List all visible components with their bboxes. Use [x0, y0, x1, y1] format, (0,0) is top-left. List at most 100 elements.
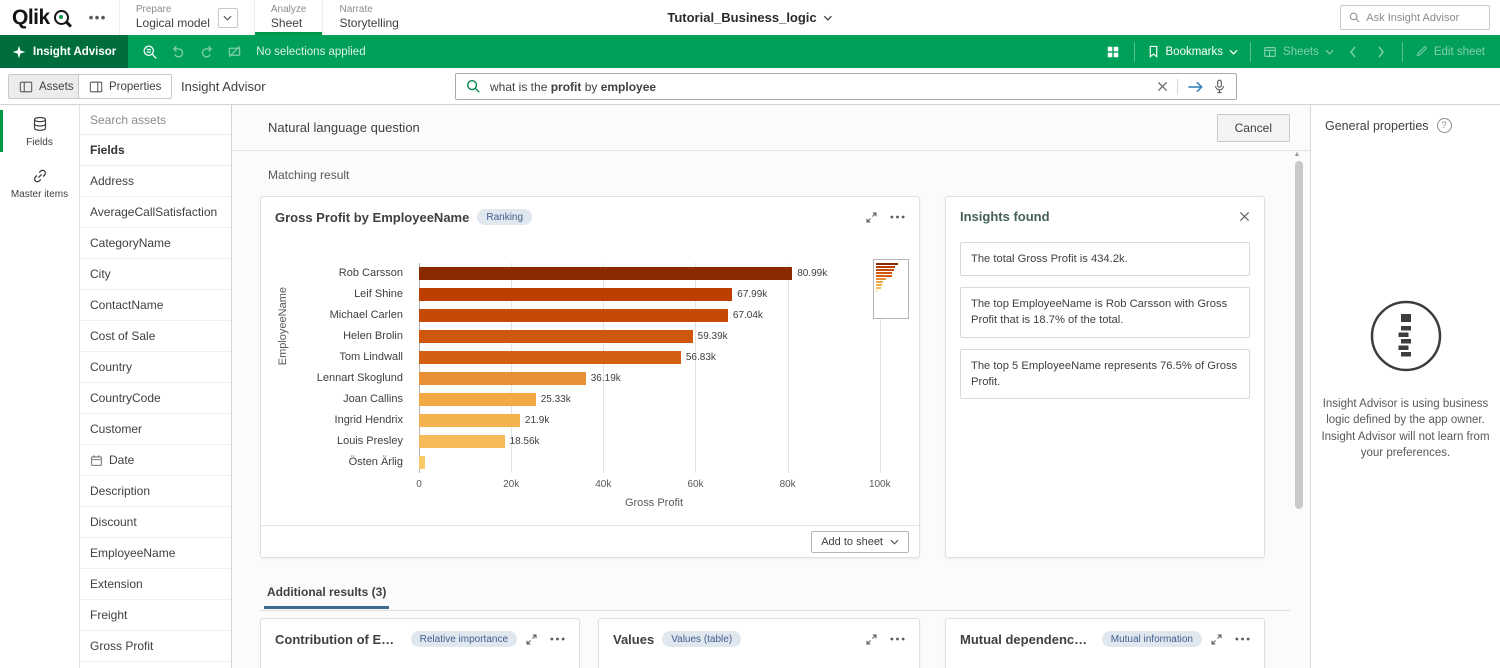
field-label: Cost of Sale: [90, 329, 155, 343]
bar[interactable]: [419, 393, 536, 406]
field-label: Date: [109, 453, 134, 467]
search-selections-icon[interactable]: [136, 35, 164, 68]
nav-prepare[interactable]: Prepare Logical model: [119, 0, 254, 35]
bar-value-label: 67.04k: [733, 310, 763, 321]
logical-model-caret-button[interactable]: [218, 8, 238, 28]
clear-selections-icon[interactable]: [220, 35, 248, 68]
bar[interactable]: [419, 414, 520, 427]
charts-grid-icon[interactable]: [1099, 35, 1127, 68]
field-row[interactable]: Country: [80, 352, 231, 383]
assets-button[interactable]: Assets: [8, 74, 85, 99]
field-row[interactable]: Cost of Sale: [80, 321, 231, 352]
field-row[interactable]: AverageCallSatisfaction: [80, 197, 231, 228]
additional-result-card: ValuesValues (table): [598, 618, 920, 668]
more-icon[interactable]: [550, 637, 565, 641]
properties-button[interactable]: Properties: [78, 74, 172, 99]
bar[interactable]: [419, 435, 505, 448]
mini-navigator[interactable]: [873, 259, 909, 319]
more-icon[interactable]: [1235, 637, 1250, 641]
sheets-button[interactable]: Sheets: [1258, 45, 1339, 59]
field-row[interactable]: Gross Profit: [80, 631, 231, 662]
scrollbar-up-arrow[interactable]: ▲: [1292, 151, 1302, 158]
bookmarks-button[interactable]: Bookmarks: [1142, 45, 1244, 58]
bar-row[interactable]: 80.99k: [419, 263, 889, 284]
ask-insight-advisor-input[interactable]: [1366, 12, 1481, 24]
qlik-logo[interactable]: Qlik: [0, 0, 77, 35]
nl-question-header: Natural language question Cancel: [232, 105, 1310, 151]
bar[interactable]: [419, 309, 728, 322]
mini-bar: [876, 287, 881, 289]
rail-item-fields[interactable]: Fields: [0, 105, 79, 157]
expand-icon[interactable]: [525, 633, 538, 646]
app-title[interactable]: Tutorial_Business_logic: [667, 0, 832, 35]
bar[interactable]: [419, 288, 732, 301]
undo-icon[interactable]: [164, 35, 192, 68]
cancel-button[interactable]: Cancel: [1217, 114, 1290, 142]
insights-card: Insights found The total Gross Profit is…: [945, 196, 1265, 558]
expand-icon[interactable]: [1210, 633, 1223, 646]
field-label: CountryCode: [90, 391, 161, 405]
more-icon[interactable]: [890, 637, 905, 641]
field-row[interactable]: EmployeeName: [80, 538, 231, 569]
bar-row[interactable]: 67.99k: [419, 284, 889, 305]
search-assets-input[interactable]: [90, 113, 221, 127]
additional-results-tabs: Additional results (3): [260, 583, 1290, 611]
edit-sheet-button[interactable]: Edit sheet: [1410, 45, 1490, 58]
field-row[interactable]: CategoryName: [80, 228, 231, 259]
card-badge: Mutual information: [1102, 631, 1202, 647]
bar[interactable]: [419, 456, 425, 469]
submit-arrow-icon[interactable]: [1187, 80, 1204, 94]
mic-icon[interactable]: [1213, 79, 1226, 94]
close-icon[interactable]: [1239, 211, 1250, 222]
bar-row[interactable]: 25.33k: [419, 389, 889, 410]
nav-group-label: Narrate: [339, 4, 398, 16]
help-icon[interactable]: ?: [1437, 118, 1452, 133]
field-row[interactable]: ContactName: [80, 290, 231, 321]
scrollbar-thumb[interactable]: [1295, 161, 1303, 509]
next-sheet-icon[interactable]: [1367, 35, 1395, 68]
prev-sheet-icon[interactable]: [1339, 35, 1367, 68]
tab-additional-results[interactable]: Additional results (3): [264, 583, 389, 609]
bar-row[interactable]: 67.04k: [419, 305, 889, 326]
bar[interactable]: [419, 372, 586, 385]
field-row[interactable]: CountryCode: [80, 383, 231, 414]
field-row[interactable]: Freight: [80, 600, 231, 631]
more-icon[interactable]: [890, 215, 905, 219]
bar-row[interactable]: 36.19k: [419, 368, 889, 389]
insight-advisor-button[interactable]: Insight Advisor: [0, 35, 128, 68]
nav-narrate-storytelling[interactable]: Narrate Storytelling: [322, 0, 414, 35]
redo-icon[interactable]: [192, 35, 220, 68]
global-search[interactable]: [1340, 5, 1490, 30]
fields-database-icon: [32, 116, 48, 132]
clear-input-icon[interactable]: [1157, 81, 1168, 92]
bar[interactable]: [419, 330, 693, 343]
bar[interactable]: [419, 267, 792, 280]
mini-bar: [876, 275, 892, 277]
bar-row[interactable]: [419, 452, 889, 473]
mini-bar: [876, 263, 898, 265]
field-row[interactable]: Address: [80, 166, 231, 197]
field-row[interactable]: Extension: [80, 569, 231, 600]
field-row[interactable]: Description: [80, 476, 231, 507]
query-text[interactable]: what is the profit by employee: [490, 80, 1148, 94]
nav-analyze-sheet[interactable]: Analyze Sheet: [254, 0, 323, 35]
more-menu-icon[interactable]: •••: [77, 10, 119, 25]
field-row[interactable]: Discount: [80, 507, 231, 538]
field-row[interactable]: City: [80, 259, 231, 290]
assets-search[interactable]: [80, 105, 231, 135]
field-row[interactable]: Date: [80, 445, 231, 476]
bar-row[interactable]: 21.9k: [419, 410, 889, 431]
bar-row[interactable]: 59.39k: [419, 326, 889, 347]
bar[interactable]: [419, 351, 681, 364]
add-to-sheet-button[interactable]: Add to sheet: [811, 531, 909, 553]
rail-item-master-items[interactable]: Master items: [0, 157, 79, 209]
category-label: Michael Carlen: [269, 305, 403, 326]
expand-icon[interactable]: [865, 633, 878, 646]
mini-bar: [876, 266, 895, 268]
bar-row[interactable]: 56.83k: [419, 347, 889, 368]
bar-row[interactable]: 18.56k: [419, 431, 889, 452]
natural-language-search[interactable]: what is the profit by employee: [455, 73, 1237, 100]
field-row[interactable]: Customer: [80, 414, 231, 445]
additional-result-card: Contribution of Employ...Relative import…: [260, 618, 580, 668]
expand-icon[interactable]: [865, 211, 878, 224]
